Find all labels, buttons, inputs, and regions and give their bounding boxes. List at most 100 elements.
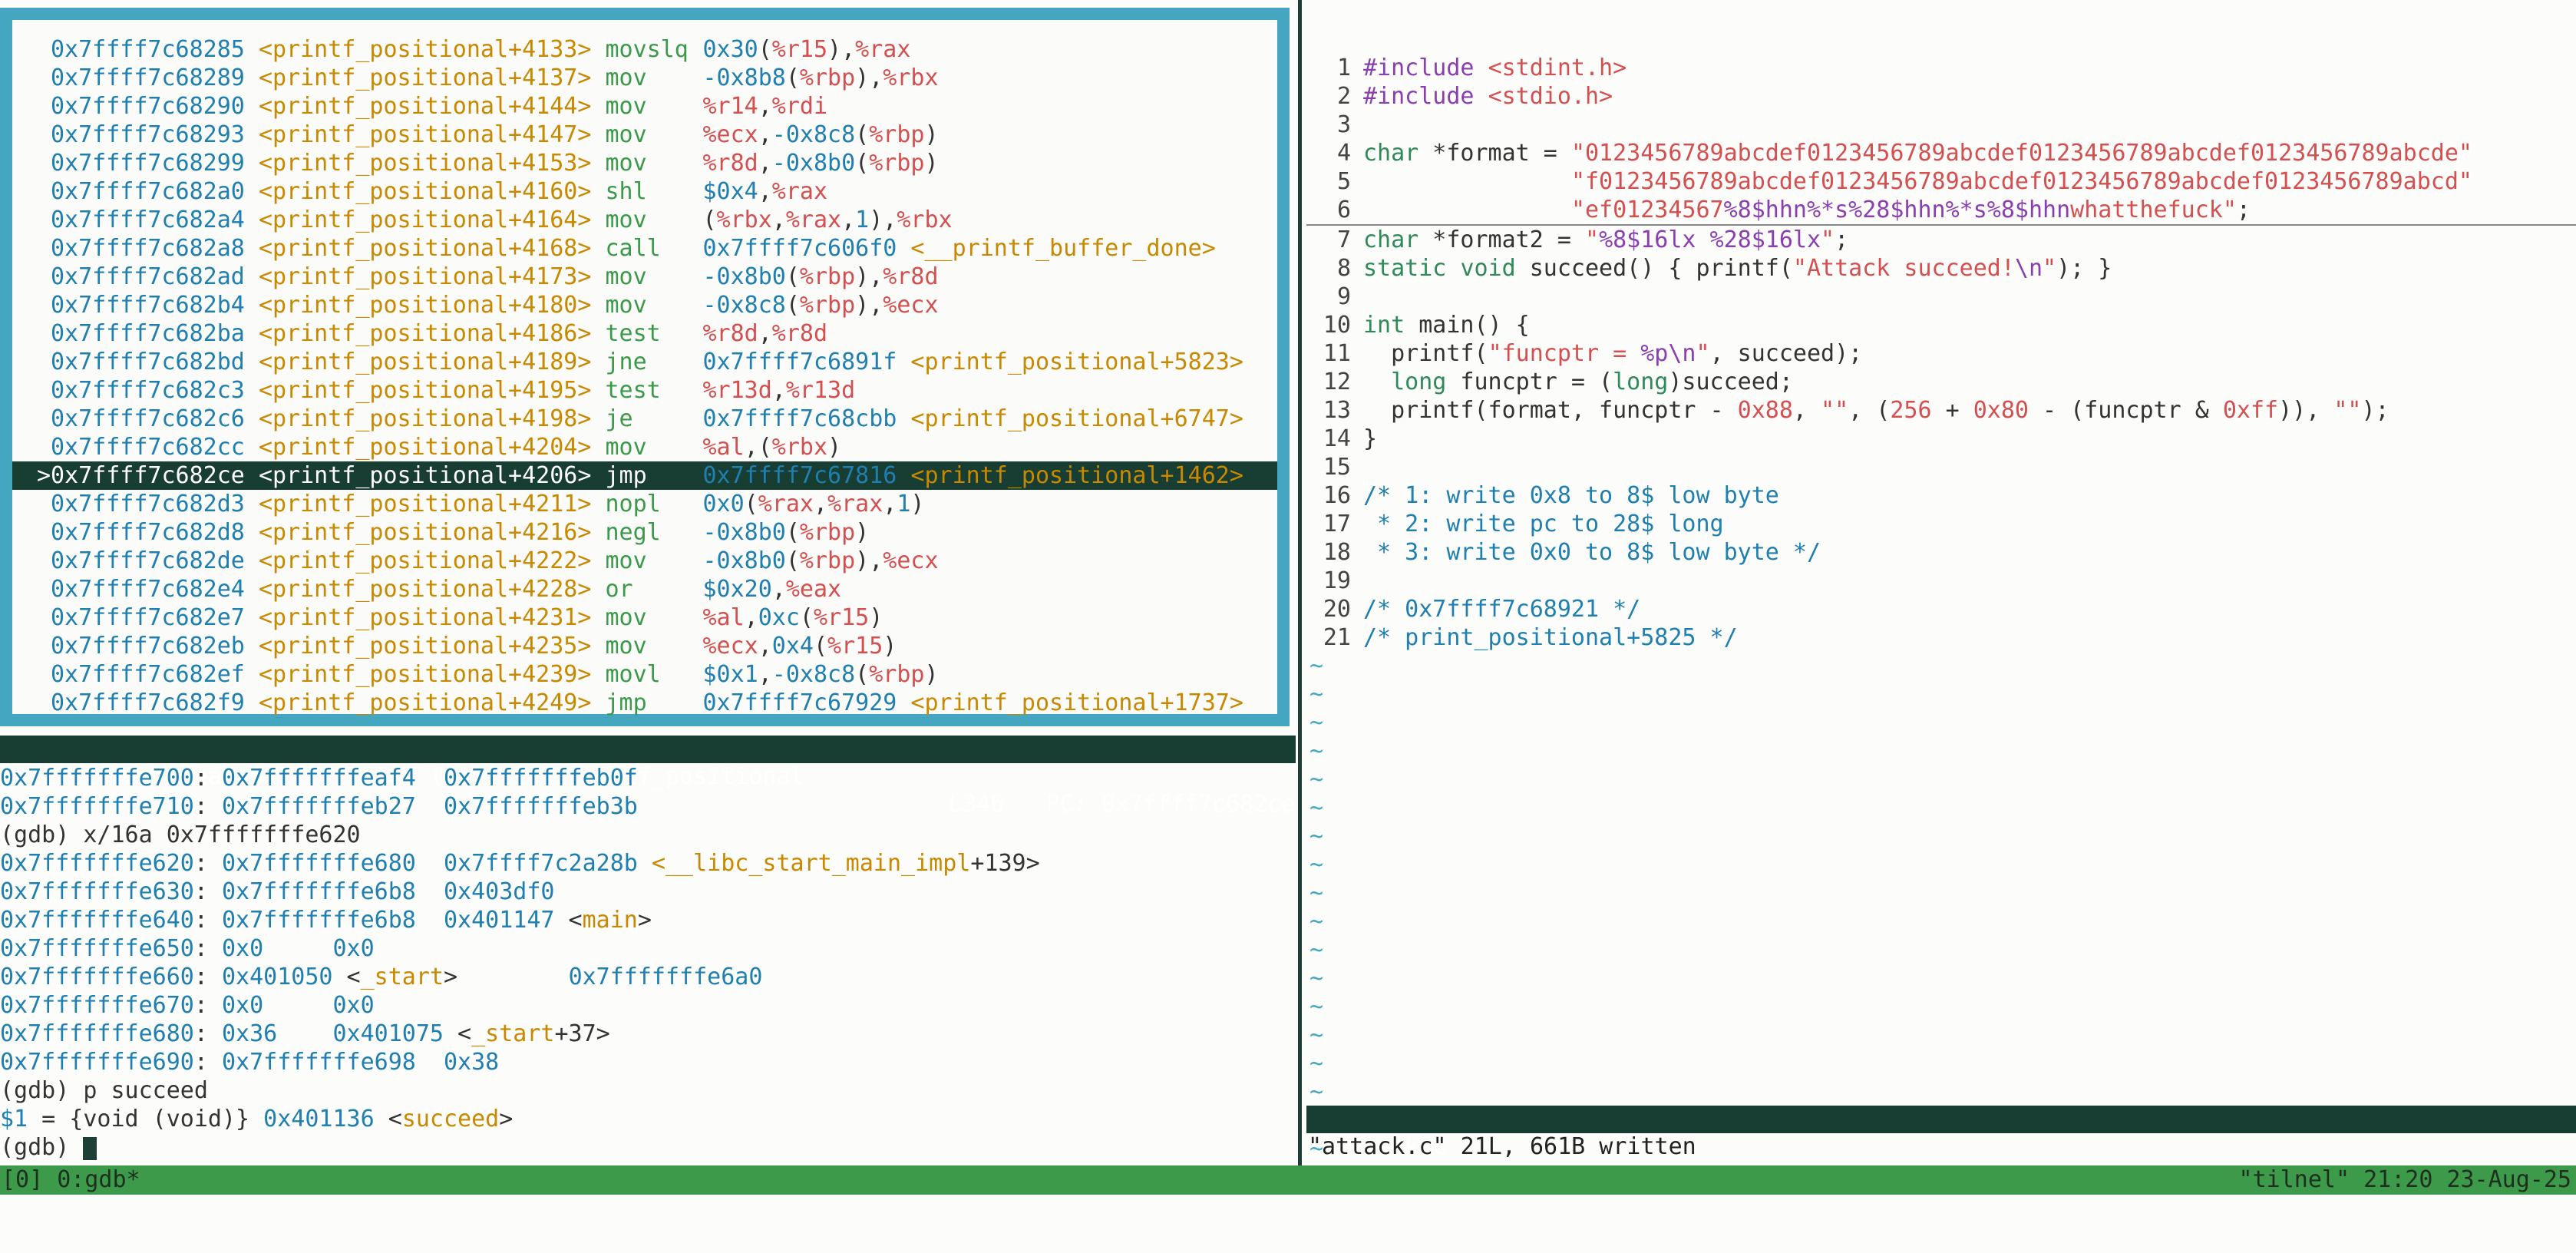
- asm-line[interactable]: 0x7ffff7c682f9 <printf_positional+4249> …: [12, 689, 1277, 717]
- asm-operand-token: (: [855, 661, 870, 688]
- code-line[interactable]: 14}: [1306, 425, 2576, 453]
- asm-line[interactable]: 0x7ffff7c682cc <printf_positional+4204> …: [12, 433, 1277, 461]
- gdb-console[interactable]: 0x7fffffffe700: 0x7fffffffeaf4 0x7ffffff…: [0, 764, 1296, 1163]
- code-line[interactable]: 5 "f0123456789abcdef0123456789abcdef0123…: [1306, 167, 2576, 196]
- gdb-token: +37>: [554, 1020, 610, 1047]
- asm-line[interactable]: 0x7ffff7c682a8 <printf_positional+4168> …: [12, 234, 1277, 263]
- asm-operand-token: %rax: [827, 491, 883, 517]
- asm-operand-token: (: [799, 604, 814, 631]
- asm-current-line[interactable]: >0x7ffff7c682ce <printf_positional+4206>…: [12, 461, 1277, 490]
- empty-line-tilde: ~: [1309, 880, 1324, 907]
- asm-line[interactable]: 0x7ffff7c682eb <printf_positional+4235> …: [12, 632, 1277, 660]
- asm-operand-token: -0x8c8: [771, 121, 856, 148]
- code-line[interactable]: 6 "ef01234567%8$hhn%*s%28$hhn%*s%8$hhnwh…: [1306, 196, 2576, 226]
- asm-line[interactable]: 0x7ffff7c682c6 <printf_positional+4198> …: [12, 405, 1277, 433]
- code-token: * 2: write pc to 28$ long: [1363, 511, 1724, 537]
- asm-line[interactable]: 0x7ffff7c682d8 <printf_positional+4216> …: [12, 518, 1277, 547]
- code-line[interactable]: 13 printf(format, funcptr - 0x88, "", (2…: [1306, 396, 2576, 425]
- code-line[interactable]: 18 * 3: write 0x0 to 8$ low byte */: [1306, 538, 2576, 567]
- asm-operand-token: %rbp: [799, 263, 856, 290]
- code-line[interactable]: 21 /* print_positional+5825 */: [1306, 623, 2576, 652]
- asm-mnemonic: mov: [605, 150, 647, 177]
- empty-line-tilde: ~: [1309, 1022, 1324, 1049]
- asm-line[interactable]: 0x7ffff7c682e4 <printf_positional+4228> …: [12, 575, 1277, 603]
- code-line[interactable]: 16 /* 1: write 0x8 to 8$ low byte: [1306, 481, 2576, 510]
- tmux-window-list[interactable]: [0] 0:gdb*: [2, 1165, 140, 1195]
- gdb-token: >: [444, 964, 569, 990]
- asm-operand-token: [897, 689, 910, 716]
- asm-symbol: <printf_positional+4147>: [258, 121, 592, 148]
- asm-line[interactable]: 0x7ffff7c682a0 <printf_positional+4160> …: [12, 177, 1277, 206]
- asm-operand-token: 1: [897, 491, 911, 517]
- asm-line[interactable]: 0x7ffff7c68299 <printf_positional+4153> …: [12, 149, 1277, 177]
- code-line[interactable]: 2 #include <stdio.h>: [1306, 82, 2576, 111]
- tmux-status-bar: [0] 0:gdb* "tilnel" 21:20 23-Aug-25: [0, 1165, 2576, 1195]
- code-line[interactable]: 8 static void succeed() { printf("Attack …: [1306, 254, 2576, 283]
- asm-operand-token: %rbp: [869, 661, 925, 688]
- asm-operand-token: ,: [758, 121, 772, 148]
- code-line[interactable]: 7 char *format2 = "%8$16lx %28$16lx";: [1306, 226, 2576, 254]
- asm-line[interactable]: 0x7ffff7c682e7 <printf_positional+4231> …: [12, 603, 1277, 632]
- gdb-token: (gdb) p succeed: [0, 1077, 208, 1104]
- code-line[interactable]: 15: [1306, 453, 2576, 481]
- gdb-output-line: 0x7fffffffe680: 0x36 0x401075 <_start+37…: [0, 1020, 1296, 1048]
- code-token: printf(format, funcptr -: [1363, 397, 1738, 424]
- asm-line[interactable]: 0x7ffff7c68293 <printf_positional+4147> …: [12, 121, 1277, 149]
- asm-listing[interactable]: 0x7ffff7c68285 <printf_positional+4133> …: [12, 20, 1277, 717]
- code-token: static: [1363, 255, 1447, 282]
- code-line[interactable]: 1 #include <stdint.h>: [1306, 54, 2576, 82]
- asm-operand-token: %rbp: [799, 64, 856, 91]
- gdb-token: >: [499, 1106, 514, 1132]
- vim-statusline: attack.c: [1306, 1106, 2576, 1160]
- asm-line[interactable]: 0x7ffff7c682b4 <printf_positional+4180> …: [12, 291, 1277, 319]
- asm-operand-token: -0x8b0: [771, 150, 856, 177]
- asm-operand-token: (: [813, 633, 828, 660]
- code-line[interactable]: 4 char *format = "0123456789abcdef0123456…: [1306, 139, 2576, 167]
- asm-line[interactable]: 0x7ffff7c68285 <printf_positional+4133> …: [12, 35, 1277, 64]
- gdb-token: <: [554, 907, 583, 934]
- asm-line[interactable]: 0x7ffff7c682bd <printf_positional+4189> …: [12, 348, 1277, 376]
- gdb-pane[interactable]: 0x7ffff7c68285 <printf_positional+4133> …: [0, 0, 1296, 1165]
- asm-address: 0x7ffff7c682d8: [51, 519, 245, 546]
- code-line[interactable]: 3: [1306, 111, 2576, 139]
- code-line[interactable]: 12 long funcptr = (long)succeed;: [1306, 368, 2576, 396]
- asm-operands: %ecx,0x4(%r15): [702, 633, 897, 660]
- code-token: #include: [1363, 55, 1488, 81]
- code-line[interactable]: 17 * 2: write pc to 28$ long: [1306, 510, 2576, 538]
- code-token: , (: [1848, 397, 1891, 424]
- asm-operand-token: 0x0: [702, 491, 745, 517]
- gdb-token: 0x0: [332, 935, 375, 962]
- asm-line[interactable]: 0x7ffff7c682ad <printf_positional+4173> …: [12, 263, 1277, 291]
- vim-pane[interactable]: 1 #include <stdint.h> 2 #include <stdio.h> 3…: [1306, 0, 2576, 1165]
- empty-line-tilde: ~: [1309, 1079, 1324, 1106]
- code-token: funcptr = (: [1446, 369, 1613, 395]
- code-token: /* 1: write 0x8 to 8$ low byte: [1363, 482, 1779, 509]
- asm-line[interactable]: 0x7ffff7c682a4 <printf_positional+4164> …: [12, 206, 1277, 234]
- asm-line[interactable]: 0x7ffff7c682d3 <printf_positional+4211> …: [12, 490, 1277, 518]
- line-number: 13: [1323, 397, 1351, 424]
- code-line[interactable]: 20 /* 0x7ffff7c68921 */: [1306, 595, 2576, 623]
- asm-operand-token: <printf_positional+6747>: [910, 405, 1243, 432]
- asm-operand-token: %eax: [785, 576, 842, 603]
- code-token: ": [1821, 226, 1835, 253]
- asm-line[interactable]: 0x7ffff7c682c3 <printf_positional+4195> …: [12, 376, 1277, 405]
- asm-line[interactable]: 0x7ffff7c682ba <printf_positional+4186> …: [12, 319, 1277, 348]
- asm-symbol: <printf_positional+4137>: [258, 64, 592, 91]
- asm-mnemonic: nopl: [605, 491, 661, 517]
- code-line[interactable]: 9: [1306, 283, 2576, 311]
- asm-line[interactable]: 0x7ffff7c68289 <printf_positional+4137> …: [12, 64, 1277, 92]
- code-line[interactable]: 19: [1306, 567, 2576, 595]
- code-buffer[interactable]: 1 #include <stdint.h> 2 #include <stdio.h> 3…: [1306, 54, 2576, 1163]
- line-number: 5: [1336, 168, 1351, 195]
- asm-mnemonic: mov: [605, 121, 647, 148]
- asm-line[interactable]: 0x7ffff7c68290 <printf_positional+4144> …: [12, 92, 1277, 121]
- code-line[interactable]: 10 int main() {: [1306, 311, 2576, 339]
- gdb-token: :: [193, 878, 222, 905]
- asm-line[interactable]: 0x7ffff7c682ef <printf_positional+4239> …: [12, 660, 1277, 689]
- code-token: "ef01234567: [1570, 197, 1724, 223]
- code-line[interactable]: 11 printf("funcptr = %p\n", succeed);: [1306, 339, 2576, 368]
- pane-divider[interactable]: [1298, 0, 1302, 1165]
- asm-line[interactable]: 0x7ffff7c682de <printf_positional+4222> …: [12, 547, 1277, 575]
- line-number: 19: [1323, 567, 1351, 594]
- asm-symbol: <printf_positional+4211>: [258, 491, 592, 517]
